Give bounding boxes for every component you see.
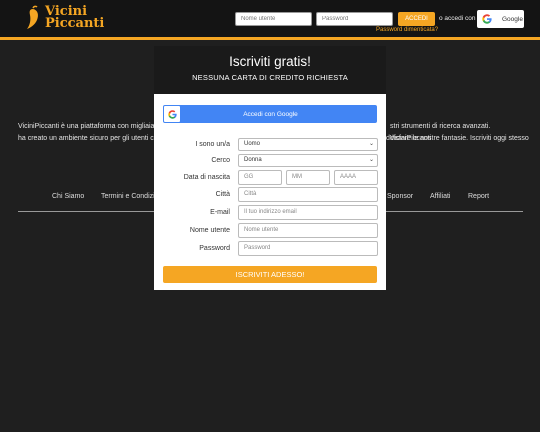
footer-link-termini[interactable]: Termini e Condizio: [101, 193, 159, 200]
or-login-with-text: o accedi con: [439, 15, 476, 22]
username-field[interactable]: Nome utente: [238, 223, 378, 238]
birth-year-input[interactable]: AAAA: [334, 170, 378, 185]
gender-select-value: Uomo: [244, 141, 261, 147]
top-header: Vicini Piccanti ACCEDI o accedi con Goog…: [0, 0, 540, 40]
google-icon: [167, 109, 177, 119]
intro-right-line2: ddisfare le nostre fantasie. Iscriviti o…: [386, 135, 529, 142]
login-button[interactable]: ACCEDI: [398, 12, 435, 26]
seeking-select[interactable]: Donna ⌄: [238, 154, 378, 167]
signup-modal-subtitle: NESSUNA CARTA DI CREDITO RICHIESTA: [192, 73, 348, 82]
signup-modal-title: Iscriviti gratis!: [229, 54, 311, 69]
city-input[interactable]: Città: [238, 187, 378, 202]
chili-pepper-icon: [27, 5, 38, 29]
header-username-input[interactable]: [235, 12, 312, 26]
birth-month-input[interactable]: MM: [286, 170, 330, 185]
google-icon: [482, 14, 492, 24]
password-field[interactable]: Password: [238, 241, 378, 256]
footer-link-affiliati[interactable]: Affiliati: [430, 193, 451, 200]
signup-submit-button[interactable]: ISCRIVITI ADESSO!: [163, 266, 377, 283]
seeking-select-value: Donna: [244, 157, 262, 163]
google-signup-button[interactable]: Accedi con Google: [163, 105, 377, 123]
footer-link-report[interactable]: Report: [468, 193, 489, 200]
email-label: E-mail: [210, 209, 230, 216]
birth-day-input[interactable]: GG: [238, 170, 282, 185]
forgot-password-link[interactable]: Password dimenticata?: [376, 27, 438, 33]
username-label: Nome utente: [189, 227, 230, 234]
email-field[interactable]: Il tuo indirizzo email: [238, 205, 378, 220]
google-login-button[interactable]: Google: [477, 10, 524, 28]
logo-line2: Piccanti: [45, 16, 105, 31]
google-login-label: Google: [502, 15, 523, 23]
city-label: Città: [215, 191, 230, 198]
google-icon-box: [164, 106, 180, 122]
chevron-down-icon: ⌄: [368, 157, 374, 163]
chevron-down-icon: ⌄: [368, 141, 374, 147]
gender-label: I sono un/a: [195, 141, 230, 148]
gender-select[interactable]: Uomo ⌄: [238, 138, 378, 151]
birthdate-label: Data di nascita: [183, 174, 230, 181]
footer-link-sponsor[interactable]: Sponsor: [387, 193, 413, 200]
google-signup-label: Accedi con Google: [243, 110, 298, 118]
seeking-label: Cerco: [211, 157, 230, 164]
footer-link-chi-siamo[interactable]: Chi Siamo: [52, 193, 84, 200]
site-logo[interactable]: Vicini Piccanti: [24, 5, 104, 31]
logo-text: Vicini Piccanti: [45, 5, 105, 31]
password-label: Password: [199, 245, 230, 252]
header-password-input[interactable]: [316, 12, 393, 26]
